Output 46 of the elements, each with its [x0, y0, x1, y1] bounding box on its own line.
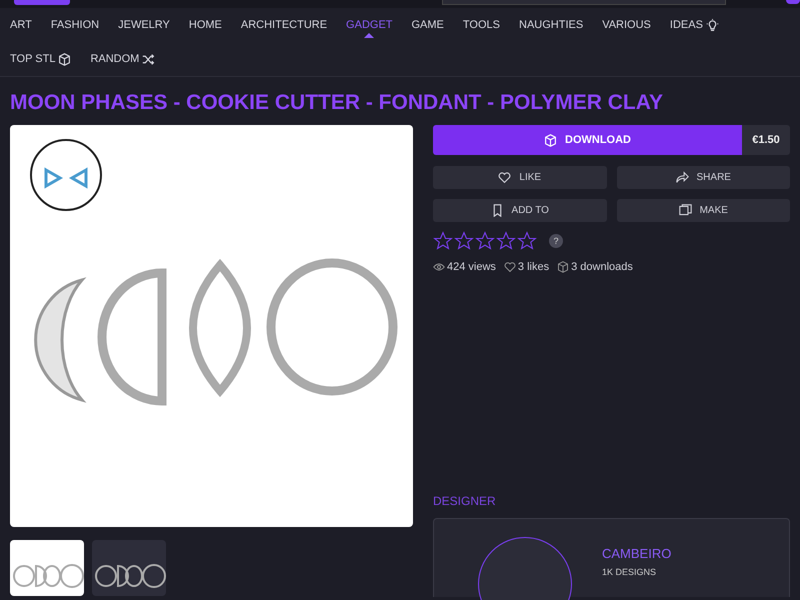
action-button[interactable]: LIKE — [433, 166, 606, 189]
nav-link[interactable]: ART — [10, 8, 32, 42]
eye-icon — [433, 261, 445, 273]
star-icon[interactable] — [433, 231, 453, 251]
cube-icon — [544, 134, 557, 146]
lightbulb-icon — [706, 18, 719, 32]
nav-link[interactable]: TOP STL — [10, 42, 72, 76]
star-rating[interactable] — [433, 231, 537, 251]
stat-text: 3 downloads — [571, 261, 633, 273]
heart-icon — [504, 261, 516, 273]
designer-name[interactable]: CAMBEIRO — [602, 546, 672, 561]
nav-link[interactable]: IDEAS — [670, 8, 719, 42]
action-button[interactable]: MAKE — [616, 199, 790, 222]
nav-link[interactable]: NAUGHTIES — [519, 8, 584, 42]
help-badge[interactable]: ? — [549, 234, 563, 248]
nav-link[interactable]: JEWELRY — [118, 8, 170, 42]
design-count: 1K DESIGNS — [602, 567, 658, 577]
price-label: €1.50 — [742, 125, 790, 155]
page-title: MOON PHASES - COOKIE CUTTER - FONDANT - POLYMER CLAY — [10, 91, 664, 115]
shuffle-icon — [142, 52, 156, 66]
star-icon[interactable] — [454, 231, 474, 251]
nav-link[interactable]: RANDOM — [90, 42, 156, 76]
bookmark-icon — [490, 204, 504, 217]
section-heading: DESIGNER — [433, 494, 497, 508]
star-icon[interactable] — [496, 231, 516, 251]
nav-link[interactable]: GADGET — [346, 8, 392, 42]
star-icon[interactable] — [517, 231, 537, 251]
nav-link[interactable]: VARIOUS — [602, 8, 651, 42]
thumbnail[interactable] — [92, 540, 166, 596]
nav-link[interactable]: HOME — [188, 8, 222, 42]
nav-link[interactable]: ARCHITECTURE — [240, 8, 328, 42]
thumbnail[interactable] — [10, 540, 84, 596]
action-button[interactable]: SHARE — [616, 166, 790, 189]
download-button[interactable]: DOWNLOAD — [433, 125, 742, 155]
action-button[interactable]: ADD TO — [433, 199, 606, 222]
nav-link[interactable]: GAME — [412, 8, 444, 42]
cube-icon — [557, 261, 570, 273]
star-icon[interactable] — [475, 231, 495, 251]
nav-link[interactable]: FASHION — [50, 8, 100, 42]
stat-text: 3 likes — [518, 261, 550, 273]
cube-icon — [58, 52, 72, 66]
heart-icon — [498, 171, 512, 184]
share-icon — [676, 171, 689, 184]
avatar-icon[interactable] — [786, 0, 800, 4]
stat-text: 424 views — [447, 261, 496, 273]
nav-link[interactable]: TOOLS — [462, 8, 500, 42]
